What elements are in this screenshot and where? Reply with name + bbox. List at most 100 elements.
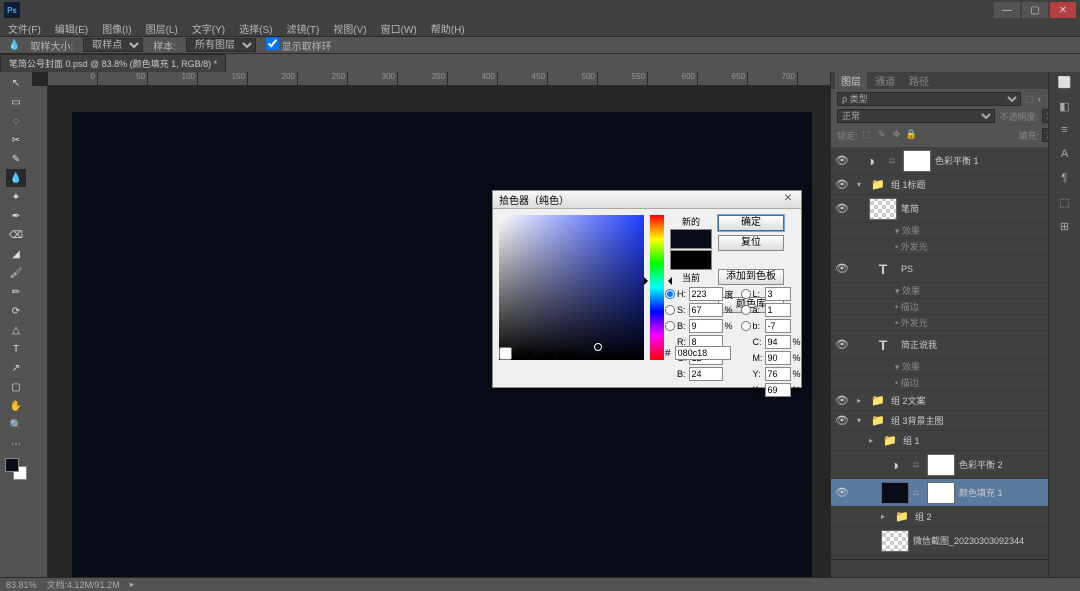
visibility-toggle[interactable] <box>835 534 849 548</box>
menu-item[interactable]: 滤镜(T) <box>287 21 320 36</box>
tool-button[interactable]: 💧 <box>6 169 26 187</box>
tool-button[interactable]: T <box>6 340 26 358</box>
tool-button[interactable]: ◢ <box>6 245 26 263</box>
tool-button[interactable]: ⟳ <box>6 302 26 320</box>
collapsed-panel-icon[interactable]: ⬜ <box>1056 76 1074 94</box>
color-value-input[interactable] <box>765 303 791 317</box>
menu-item[interactable]: 图像(I) <box>102 21 131 36</box>
hue-slider[interactable] <box>650 215 664 360</box>
tool-button[interactable]: ◌ <box>6 112 26 130</box>
layer-fx[interactable]: ▾ 效果 <box>831 283 1080 299</box>
lock-pixels-icon[interactable]: ⬚ <box>861 129 873 141</box>
layer-fx[interactable]: • 描边 <box>831 299 1080 315</box>
layer-mask-thumb[interactable] <box>927 482 955 504</box>
tool-button[interactable]: 🔍 <box>6 416 26 434</box>
color-value-input[interactable] <box>765 367 791 381</box>
zoom-level[interactable]: 83.81% <box>6 580 37 590</box>
group-arrow-icon[interactable]: ▾ <box>857 180 867 189</box>
layer-fx[interactable]: • 外发光 <box>831 315 1080 331</box>
tool-button[interactable]: 🖌 <box>6 264 26 282</box>
layer-row[interactable]: 👁▾📁组 3背景主图 <box>831 411 1080 431</box>
visibility-toggle[interactable] <box>835 434 849 448</box>
window-minimize[interactable]: — <box>994 2 1020 18</box>
color-model-radio[interactable] <box>741 305 751 315</box>
color-model-radio[interactable] <box>665 305 675 315</box>
color-value-input[interactable] <box>765 287 791 301</box>
color-value-input[interactable] <box>689 367 723 381</box>
tool-button[interactable]: ↖ <box>6 74 26 92</box>
collapsed-panel-icon[interactable]: ≡ <box>1056 124 1074 142</box>
cancel-button[interactable]: 复位 <box>718 235 784 251</box>
layer-thumb[interactable] <box>869 198 897 220</box>
collapsed-panel-icon[interactable]: ⊞ <box>1056 220 1074 238</box>
tab-paths[interactable]: 路径 <box>903 71 935 90</box>
current-color-swatch[interactable] <box>670 250 712 270</box>
layer-row[interactable]: 👁T简正说我fx ▾ <box>831 331 1080 359</box>
visibility-toggle[interactable]: 👁 <box>835 338 849 352</box>
collapsed-panel-icon[interactable]: ⬚ <box>1056 196 1074 214</box>
layer-fx[interactable]: ▾ 效果 <box>831 359 1080 375</box>
sample-size-select[interactable]: 取样点 <box>83 38 143 52</box>
visibility-toggle[interactable]: 👁 <box>835 394 849 408</box>
tool-button[interactable]: ⋯ <box>6 435 26 453</box>
menu-item[interactable]: 帮助(H) <box>431 21 465 36</box>
layer-fx[interactable]: • 描边 <box>831 375 1080 391</box>
window-maximize[interactable]: ▢ <box>1022 2 1048 18</box>
visibility-toggle[interactable] <box>835 458 849 472</box>
menu-item[interactable]: 图层(L) <box>146 21 178 36</box>
color-swatches[interactable] <box>5 458 27 480</box>
layer-name[interactable]: PS <box>901 264 1058 274</box>
layer-row[interactable]: ◑⎌色彩平衡 2 <box>831 451 1080 479</box>
layer-row[interactable]: 👁▾📁组 1标题 <box>831 175 1080 195</box>
add-swatch-button[interactable]: 添加到色板 <box>718 269 784 285</box>
group-arrow-icon[interactable]: ▸ <box>857 396 867 405</box>
visibility-toggle[interactable]: 👁 <box>835 154 849 168</box>
layer-mask-thumb[interactable] <box>903 150 931 172</box>
blend-mode-select[interactable]: 正常 <box>837 109 995 123</box>
web-colors-checkbox[interactable] <box>499 347 512 360</box>
layer-row[interactable]: 👁TPSfx ▾ <box>831 255 1080 283</box>
visibility-toggle[interactable]: 👁 <box>835 486 849 500</box>
layer-thumb[interactable] <box>881 482 909 504</box>
sample-ring-checkbox[interactable]: 显示取样环 <box>266 37 332 53</box>
tool-button[interactable]: ▭ <box>6 93 26 111</box>
layer-thumb[interactable] <box>881 530 909 552</box>
visibility-toggle[interactable]: 👁 <box>835 202 849 216</box>
menu-item[interactable]: 选择(S) <box>239 21 272 36</box>
group-arrow-icon[interactable]: ▸ <box>881 512 891 521</box>
layer-name[interactable]: 简正说我 <box>901 338 1058 351</box>
saturation-value-field[interactable] <box>499 215 644 360</box>
tool-button[interactable]: ↗ <box>6 359 26 377</box>
layer-fx[interactable]: ▾ 效果 <box>831 223 1080 239</box>
sample-select[interactable]: 所有图层 <box>186 38 256 52</box>
menu-item[interactable]: 编辑(E) <box>55 21 88 36</box>
tool-button[interactable]: ✦ <box>6 188 26 206</box>
picker-titlebar[interactable]: 拾色器（纯色） ✕ <box>493 191 801 209</box>
layer-row[interactable]: 👁▸📁组 2文案 <box>831 391 1080 411</box>
tab-layers[interactable]: 图层 <box>835 71 867 90</box>
visibility-toggle[interactable]: 👁 <box>835 178 849 192</box>
layer-mask-thumb[interactable] <box>927 454 955 476</box>
layer-fx[interactable]: • 外发光 <box>831 239 1080 255</box>
color-model-radio[interactable] <box>665 289 675 299</box>
color-value-input[interactable] <box>765 351 791 365</box>
layer-row[interactable]: 👁笔简fx ▾ <box>831 195 1080 223</box>
color-model-radio[interactable] <box>665 321 675 331</box>
tool-button[interactable]: ✋ <box>6 397 26 415</box>
color-value-input[interactable] <box>689 319 723 333</box>
lock-position-icon[interactable]: ✥ <box>891 129 903 141</box>
color-model-radio[interactable] <box>741 321 751 331</box>
group-arrow-icon[interactable]: ▾ <box>857 416 867 425</box>
tool-button[interactable]: ⌫ <box>6 226 26 244</box>
document-tab[interactable]: 笔简公号封面 0.psd @ 83.8% (颜色填充 1, RGB/8) * <box>0 54 226 72</box>
layer-row[interactable]: 👁◑⎌色彩平衡 1 <box>831 147 1080 175</box>
tool-button[interactable]: ✎ <box>6 150 26 168</box>
visibility-toggle[interactable]: 👁 <box>835 414 849 428</box>
color-model-radio[interactable] <box>741 289 751 299</box>
color-value-input[interactable] <box>765 383 791 397</box>
menu-item[interactable]: 视图(V) <box>333 21 366 36</box>
color-value-input[interactable] <box>689 303 723 317</box>
menu-item[interactable]: 文字(Y) <box>192 21 225 36</box>
layer-row[interactable]: 👁⎌颜色填充 1 <box>831 479 1080 507</box>
visibility-toggle[interactable]: 👁 <box>835 262 849 276</box>
